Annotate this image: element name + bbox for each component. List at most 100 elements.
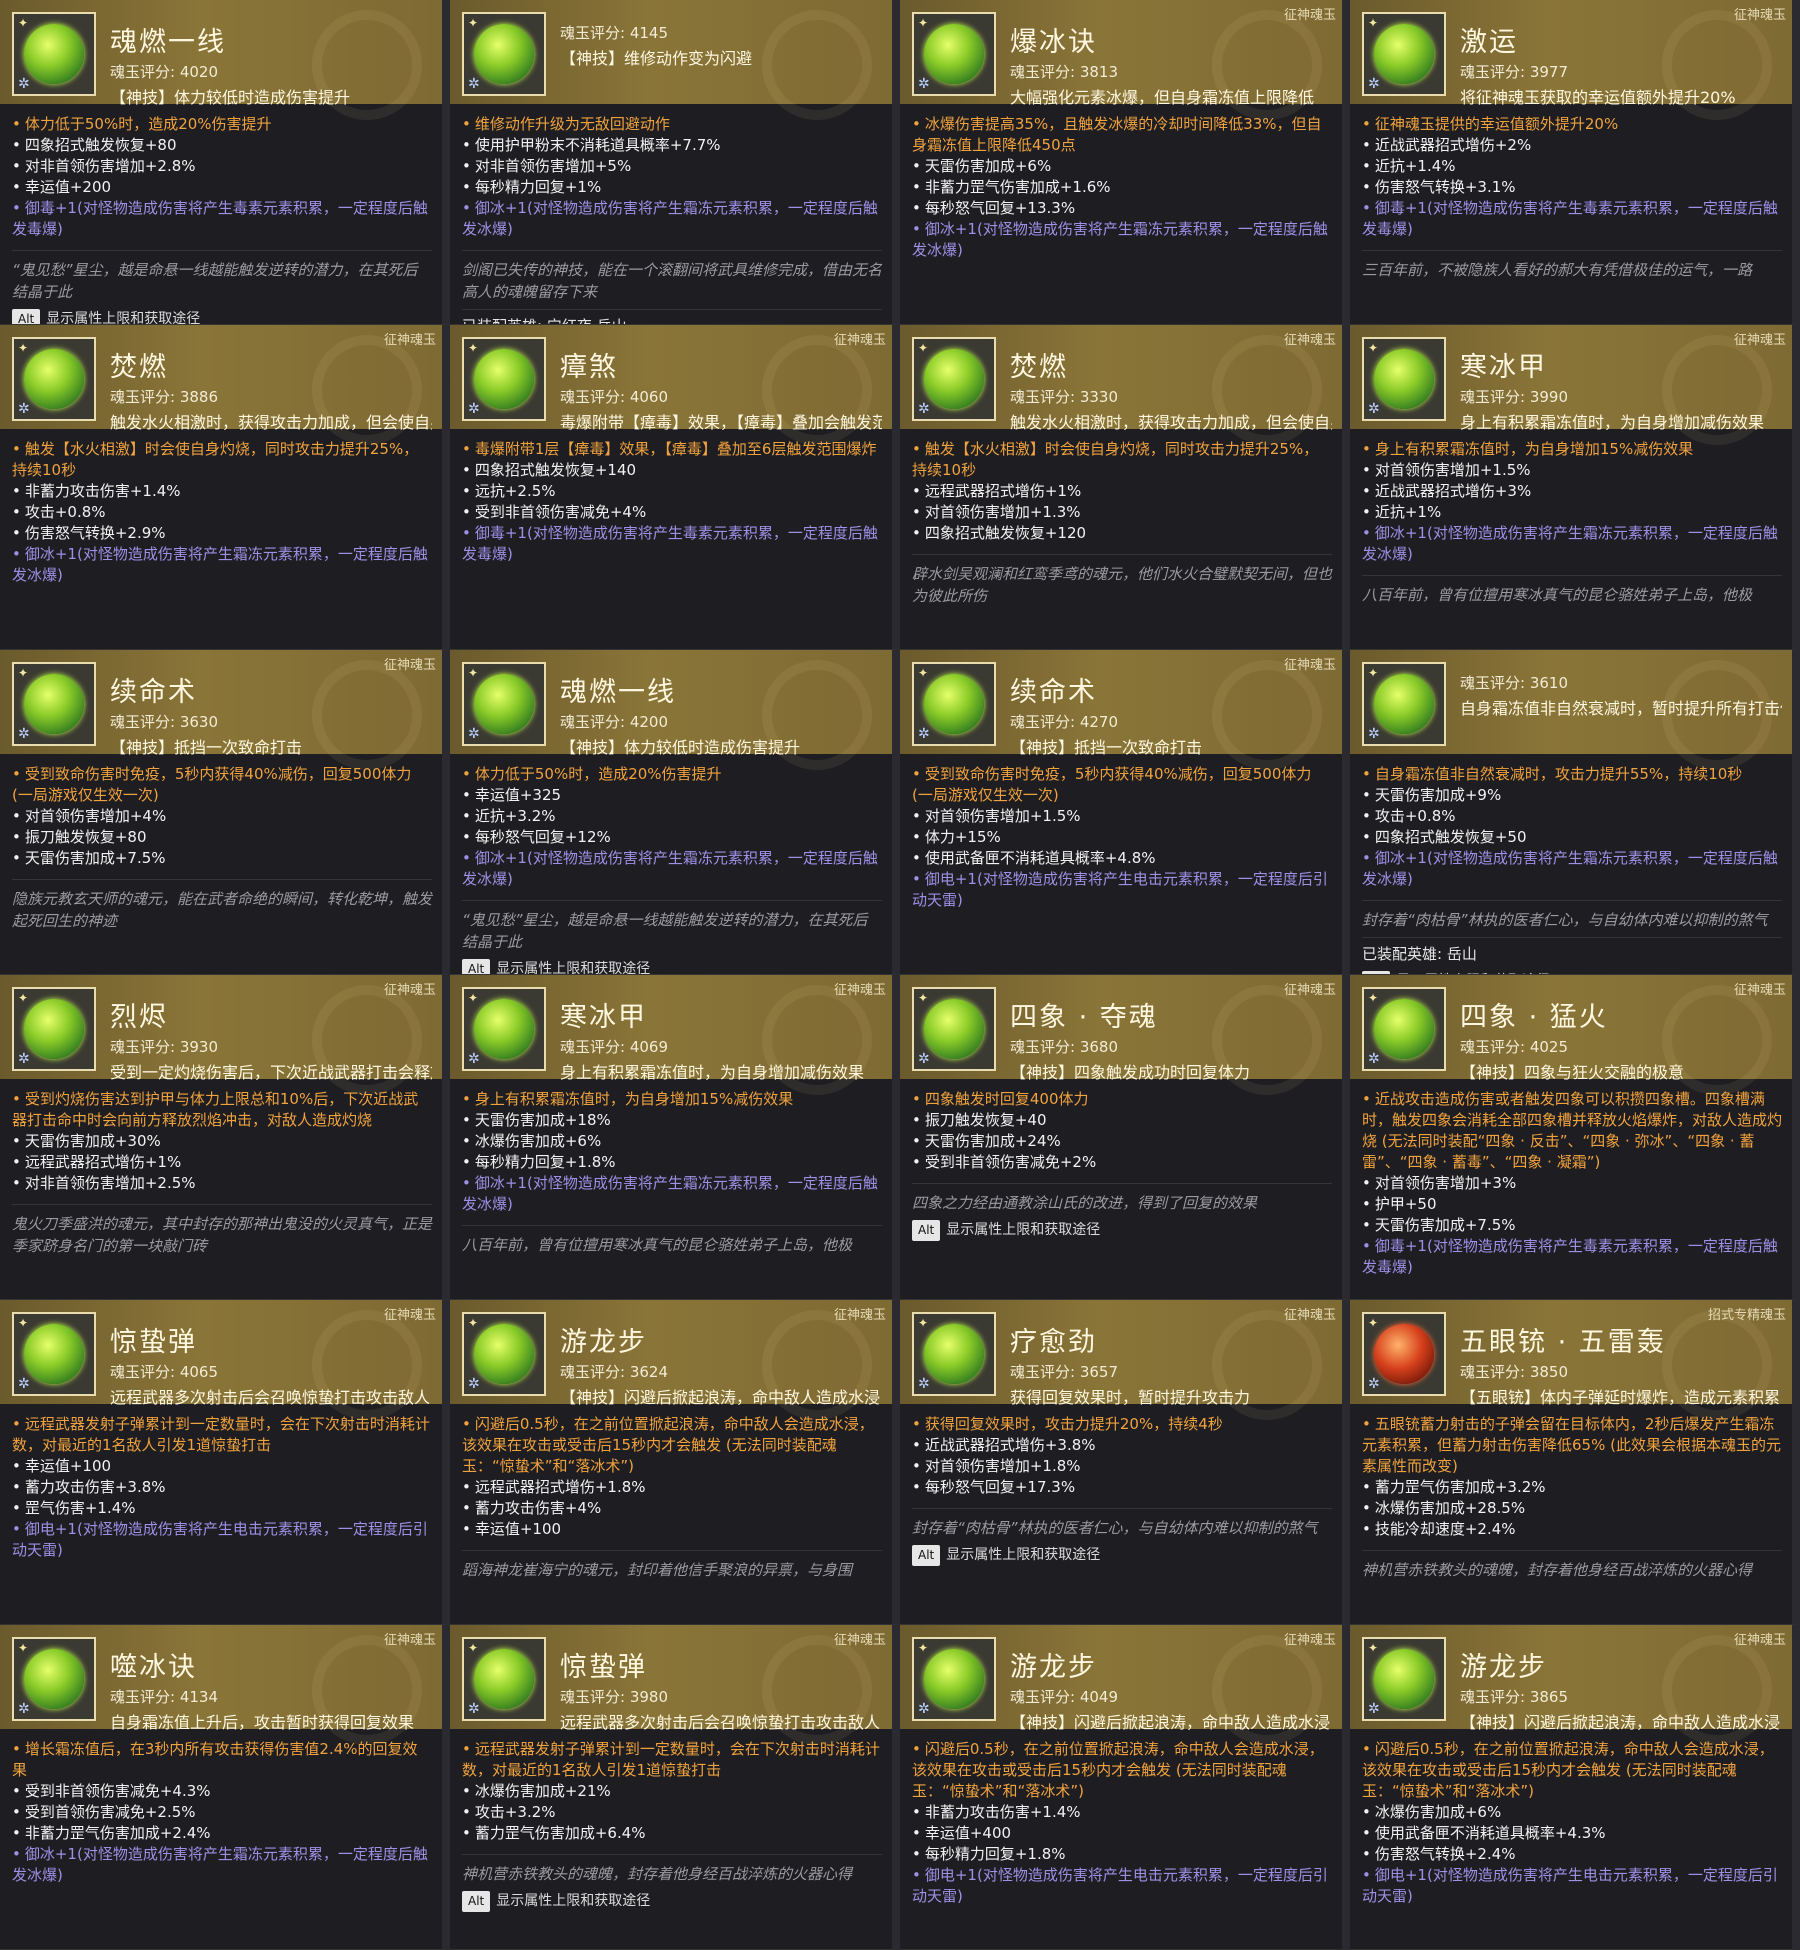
card-body: • 维修动作升级为无敌回避动作 • 使用护甲粉末不消耗道具概率+7.7% • 对非首领伤害… xyxy=(450,104,892,324)
attribute-text: 四象触发时回复400体力 xyxy=(924,1090,1089,1108)
element-icon: ✲ xyxy=(918,401,930,417)
attribute-text: 自身霜冻值非自然衰减时，攻击力提升55%，持续10秒 xyxy=(1374,765,1743,783)
jade-summary: 远程武器多次射击后会召唤惊蛰打击攻击敌人 xyxy=(560,1713,881,1732)
bullet-icon: • xyxy=(12,503,21,521)
alt-hint[interactable]: Alt 显示属性上限和获取途径 xyxy=(912,1545,1332,1566)
soul-jade-card[interactable]: 征神魂玉 ✦ ✲ 续命术 魂玉评分: 3630 【神技】抵挡一次致命打击 • 受到致命伤害时免… xyxy=(0,650,450,975)
soul-jade-card[interactable]: 征神魂玉 ✦ ✲ 游龙步 魂玉评分: 3624 【神技】闪避后掀起浪涛，命中敌人造成水浸 •… xyxy=(450,1300,900,1625)
soul-jade-card[interactable]: 征神魂玉 ✦ ✲ 惊蛰弹 魂玉评分: 4065 远程武器多次射击后会召唤惊蛰打击攻击敌人 •… xyxy=(0,1300,450,1625)
soul-jade-card[interactable]: ✦ ✲ 魂玉评分: 4145 【神技】维修动作变为闪避 • 维修动作升级为无敌回避动作 • 使… xyxy=(450,0,900,325)
card-header: 征神魂玉 ✦ ✲ 续命术 魂玉评分: 4270 【神技】抵挡一次致命打击 xyxy=(900,650,1342,770)
jade-summary: 受到一定灼烧伤害后，下次近战武器打击会释放烈焰 xyxy=(110,1063,432,1082)
soul-jade-card[interactable]: 征神魂玉 ✦ ✲ 四象 · 夺魂 魂玉评分: 3680 【神技】四象触发成功时回复体力 • 四… xyxy=(900,975,1350,1300)
card-body: • 受到致命伤害时免疫，5秒内获得40%减伤，回复500体力(一局游戏仅生效一次)… xyxy=(0,754,442,974)
jade-glyph-icon xyxy=(24,349,84,409)
jade-glyph-icon xyxy=(474,24,534,84)
attribute-text: 天雷伤害加成+9% xyxy=(1374,786,1502,804)
soul-jade-tooltip-grid: ✦ ✲ 魂燃一线 魂玉评分: 4020 【神技】体力较低时造成伤害提升 • 体力低于50%时… xyxy=(0,0,1800,1950)
attribute-line: • 天雷伤害加成+18% xyxy=(462,1110,882,1131)
attribute-line: • 蓄力攻击伤害+3.8% xyxy=(12,1477,432,1498)
card-body: • 身上有积累霜冻值时，为自身增加15%减伤效果 • 对首领伤害增加+1.5% • 近战武… xyxy=(1350,429,1792,649)
jade-type-tag: 征神魂玉 xyxy=(833,333,886,348)
card-body: • 闪避后0.5秒，在之前位置掀起浪涛，命中敌人会造成水浸，该效果在攻击或受击后1… xyxy=(1350,1729,1792,1949)
attribute-text: 触发【水火相激】时会使自身灼烧，同时攻击力提升25%，持续10秒 xyxy=(912,440,1319,479)
attribute-line: • 近战武器招式增伤+3.8% xyxy=(912,1435,1332,1456)
alt-hint[interactable]: Alt 显示属性上限和获取途径 xyxy=(462,959,882,974)
attribute-line: • 每秒精力回复+1.8% xyxy=(462,1152,882,1173)
bullet-icon: • xyxy=(12,1090,21,1108)
bullet-icon: • xyxy=(12,828,21,846)
soul-jade-card[interactable]: 招式专精魂玉 ✦ ✲ 五眼铳 · 五雷轰 魂玉评分: 3850 【五眼铳】体内子弹延时爆炸… xyxy=(1350,1300,1800,1625)
soul-jade-icon: ✦ ✲ xyxy=(12,1312,96,1396)
alt-key-badge: Alt xyxy=(912,1545,941,1566)
soul-jade-icon: ✦ ✲ xyxy=(912,662,996,746)
card-header: 征神魂玉 ✦ ✲ 疗愈劲 魂玉评分: 3657 获得回复效果时，暂时提升攻击力 xyxy=(900,1300,1342,1420)
element-icon: ✲ xyxy=(1368,401,1380,417)
soul-jade-card[interactable]: 征神魂玉 ✦ ✲ 疗愈劲 魂玉评分: 3657 获得回复效果时，暂时提升攻击力 • 获得回复效… xyxy=(900,1300,1350,1625)
soul-jade-card[interactable]: 征神魂玉 ✦ ✲ 寒冰甲 魂玉评分: 4069 身上有积累霜冻值时，为自身增加减伤效果 • 身… xyxy=(450,975,900,1300)
attribute-text: 御冰+1(对怪物造成伤害将产生霜冻元素积累，一定程度后触发冰爆) xyxy=(912,220,1328,259)
soul-jade-card[interactable]: ✦ ✲ 魂玉评分: 3610 自身霜冻值非自然衰减时，暂时提升所有打击伤害 • 自身霜冻值… xyxy=(1350,650,1800,975)
jade-type-tag: 征神魂玉 xyxy=(1733,333,1786,348)
bullet-icon: • xyxy=(912,807,921,825)
alt-hint[interactable]: Alt 显示属性上限和获取途径 xyxy=(462,1891,882,1912)
card-body: • 征神魂玉提供的幸运值额外提升20% • 近战武器招式增伤+2% • 近抗+1.4% • 伤… xyxy=(1350,104,1792,324)
soul-jade-card[interactable]: 征神魂玉 ✦ ✲ 激运 魂玉评分: 3977 将征神魂玉获取的幸运值额外提升20% • 征神魂… xyxy=(1350,0,1800,325)
element-icon: ✲ xyxy=(918,1376,930,1392)
title-block: 游龙步 魂玉评分: 3865 【神技】闪避后掀起浪涛，命中敌人造成水浸 xyxy=(1460,1645,1780,1733)
soul-jade-card[interactable]: 征神魂玉✦✲烈烬魂玉评分: 3930受到一定灼烧伤害后，下次近战武器打击会释放烈… xyxy=(0,975,450,1300)
soul-jade-card[interactable]: 征神魂玉 ✦ ✲ 寒冰甲 魂玉评分: 3990 身上有积累霜冻值时，为自身增加减伤效果 • 身… xyxy=(1350,325,1800,650)
jade-name: 魂燃一线 xyxy=(560,677,676,708)
attribute-line: • 御毒+1(对怪物造成伤害将产生毒素元素积累，一定程度后触发毒爆) xyxy=(12,198,432,240)
card-body: • 四象触发时回复400体力 • 振刀触发恢复+40 • 天雷伤害加成+24% • 受到非首领… xyxy=(900,1079,1342,1299)
attribute-line: • 蓄力罡气伤害加成+6.4% xyxy=(462,1823,882,1844)
soul-jade-card[interactable]: 征神魂玉✦✲焚燃魂玉评分: 3330触发水火相激时，获得攻击力加成，但会使自身灼… xyxy=(900,325,1350,650)
soul-jade-card[interactable]: 征神魂玉 ✦ ✲ 噬冰诀 魂玉评分: 4134 自身霜冻值上升后，攻击暂时获得回复效果 • 增… xyxy=(0,1625,450,1950)
soul-jade-card[interactable]: 征神魂玉 ✦ ✲ 瘴煞 魂玉评分: 4060 毒爆附带【瘴毒】效果，【瘴毒】叠加会触发范围… xyxy=(450,325,900,650)
attribute-text: 护甲+50 xyxy=(1374,1195,1437,1213)
attribute-text: 御冰+1(对怪物造成伤害将产生霜冻元素积累，一定程度后触发冰爆) xyxy=(462,1174,878,1213)
title-block: 五眼铳 · 五雷轰 魂玉评分: 3850 【五眼铳】体内子弹延时爆炸，造成元素积累 xyxy=(1460,1320,1780,1408)
jade-name: 疗愈劲 xyxy=(1010,1327,1097,1358)
jade-name: 游龙步 xyxy=(560,1327,647,1358)
attribute-text: 每秒怒气回复+13.3% xyxy=(924,199,1076,217)
alt-key-badge: Alt xyxy=(1362,971,1391,974)
jade-name: 噬冰诀 xyxy=(110,1652,197,1683)
attribute-text: 近战武器招式增伤+2% xyxy=(1374,136,1532,154)
soul-jade-card[interactable]: ✦ ✲ 魂燃一线 魂玉评分: 4020 【神技】体力较低时造成伤害提升 • 体力低于50%时… xyxy=(0,0,450,325)
flavor-text: 蹈海神龙崔海宁的魂元，封印着他信手聚浪的异禀，与身围 xyxy=(462,1550,882,1581)
attribute-line: • 远程武器招式增伤+1% xyxy=(12,1152,432,1173)
jade-score: 魂玉评分: 3813 xyxy=(1010,63,1118,81)
soul-jade-card[interactable]: 征神魂玉 ✦ ✲ 游龙步 魂玉评分: 3865 【神技】闪避后掀起浪涛，命中敌人造成水浸 •… xyxy=(1350,1625,1800,1950)
bullet-icon: • xyxy=(912,1740,921,1758)
jade-summary: 【神技】体力较低时造成伤害提升 xyxy=(560,738,801,757)
alt-hint[interactable]: Alt 显示属性上限和获取途径 xyxy=(1362,971,1782,974)
soul-jade-card[interactable]: 征神魂玉 ✦ ✲ 游龙步 魂玉评分: 4049 【神技】闪避后掀起浪涛，命中敌人造成水浸 •… xyxy=(900,1625,1350,1950)
soul-jade-icon: ✦ ✲ xyxy=(12,12,96,96)
attribute-text: 触发【水火相激】时会使自身灼烧，同时攻击力提升25%，持续10秒 xyxy=(12,440,419,479)
soul-jade-card[interactable]: 征神魂玉 ✦ ✲ 四象 · 猛火 魂玉评分: 4025 【神技】四象与狂火交融的极意 • 近战… xyxy=(1350,975,1800,1300)
title-block: 爆冰诀 魂玉评分: 3813 大幅强化元素冰爆，但自身霜冻值上限降低 xyxy=(1010,20,1314,108)
attribute-line: • 御电+1(对怪物造成伤害将产生电击元素积累，一定程度后引动天雷) xyxy=(912,1865,1332,1907)
soul-jade-icon: ✦ ✲ xyxy=(462,12,546,96)
bullet-icon: • xyxy=(12,1499,21,1517)
soul-jade-card[interactable]: 征神魂玉 ✦ ✲ 爆冰诀 魂玉评分: 3813 大幅强化元素冰爆，但自身霜冻值上限降低 • 冰… xyxy=(900,0,1350,325)
alt-hint[interactable]: Alt 显示属性上限和获取途径 xyxy=(12,309,432,324)
attribute-text: 蓄力攻击伤害+3.8% xyxy=(24,1478,166,1496)
soul-jade-card[interactable]: 征神魂玉 ✦ ✲ 续命术 魂玉评分: 4270 【神技】抵挡一次致命打击 • 受到致命伤害时免… xyxy=(900,650,1350,975)
bullet-icon: • xyxy=(1362,157,1371,175)
jade-glyph-icon xyxy=(24,1649,84,1709)
attribute-text: 振刀触发恢复+40 xyxy=(924,1111,1047,1129)
attribute-text: 御冰+1(对怪物造成伤害将产生霜冻元素积累，一定程度后触发冰爆) xyxy=(12,1845,428,1884)
card-body: • 体力低于50%时，造成20%伤害提升 • 四象招式触发恢复+80 • 对非首领伤害增加… xyxy=(0,104,442,324)
alt-hint[interactable]: Alt 显示属性上限和获取途径 xyxy=(912,1220,1332,1241)
attribute-text: 攻击+0.8% xyxy=(24,503,106,521)
soul-jade-card[interactable]: 征神魂玉 ✦ ✲ 惊蛰弹 魂玉评分: 3980 远程武器多次射击后会召唤惊蛰打击攻击敌人 •… xyxy=(450,1625,900,1950)
attribute-line: • 使用护甲粉末不消耗道具概率+7.7% xyxy=(462,135,882,156)
attribute-line: • 每秒怒气回复+17.3% xyxy=(912,1477,1332,1498)
soul-jade-card[interactable]: ✦ ✲ 魂燃一线 魂玉评分: 4200 【神技】体力较低时造成伤害提升 • 体力低于50%时… xyxy=(450,650,900,975)
element-icon: ✲ xyxy=(918,726,930,742)
jade-summary: 【五眼铳】体内子弹延时爆炸，造成元素积累 xyxy=(1460,1388,1781,1407)
soul-jade-card[interactable]: 征神魂玉✦✲焚燃魂玉评分: 3886触发水火相激时，获得攻击力加成，但会使自身灼… xyxy=(0,325,450,650)
jade-glyph-icon xyxy=(474,1649,534,1709)
